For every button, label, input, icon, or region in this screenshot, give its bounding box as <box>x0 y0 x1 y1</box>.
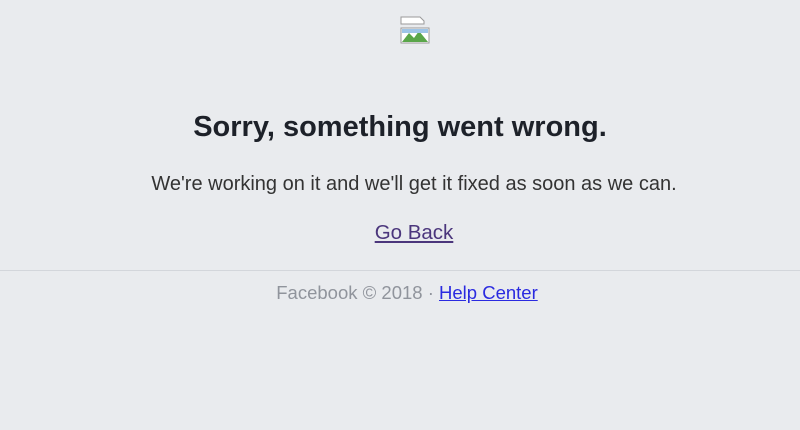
broken-image-icon <box>400 16 430 44</box>
go-back-link[interactable]: Go Back <box>375 221 454 244</box>
go-back-container: Go Back <box>0 221 800 247</box>
error-title: Sorry, something went wrong. <box>193 111 607 143</box>
copyright-text: Facebook © 2018 <box>276 282 423 303</box>
help-center-link[interactable]: Help Center <box>439 282 538 303</box>
footer: Facebook © 2018 · Help Center <box>0 282 800 304</box>
footer-separator: · <box>422 282 440 303</box>
divider <box>0 270 800 271</box>
error-page: Sorry, something went wrong. We're worki… <box>0 0 800 430</box>
error-message: We're working on it and we'll get it fix… <box>151 173 677 195</box>
